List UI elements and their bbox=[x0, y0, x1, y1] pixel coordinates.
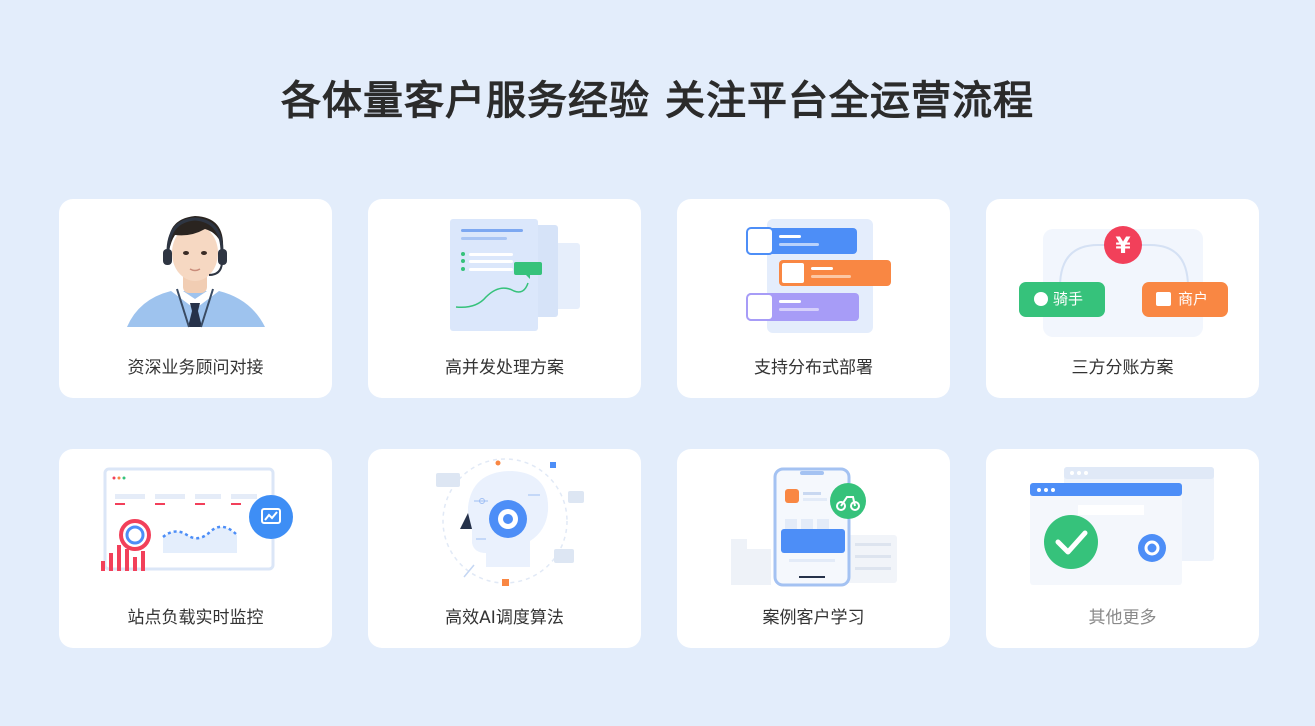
feature-card-ai-dispatch[interactable]: 高效AI调度算法 bbox=[368, 449, 641, 648]
more-browser-check-icon bbox=[986, 449, 1259, 589]
card-label: 案例客户学习 bbox=[762, 608, 865, 628]
merchant-tag: 商户 bbox=[1178, 290, 1209, 308]
consultant-avatar-icon bbox=[59, 199, 332, 339]
currency-symbol: ¥ bbox=[1115, 234, 1131, 259]
card-label: 站点负载实时监控 bbox=[127, 608, 264, 628]
feature-card-case-study[interactable]: 案例客户学习 bbox=[677, 449, 950, 648]
card-label: 其他更多 bbox=[1088, 608, 1157, 628]
split-payment-icon: ¥ bbox=[986, 199, 1259, 339]
ai-head-gear-icon bbox=[368, 449, 641, 589]
feature-card-monitoring[interactable]: 站点负载实时监控 bbox=[59, 449, 332, 648]
distributed-list-icon bbox=[677, 199, 950, 339]
feature-card-distributed[interactable]: 支持分布式部署 bbox=[677, 199, 950, 398]
monitor-dashboard-icon bbox=[59, 449, 332, 589]
phone-delivery-icon bbox=[677, 449, 950, 589]
feature-grid: 资深业务顾问对接 高并发处理方案 支持分布式部署 ¥ 骑手 商户 三方分账方案 … bbox=[59, 199, 1259, 648]
feature-card-concurrency[interactable]: 高并发处理方案 bbox=[368, 199, 641, 398]
card-label: 高效AI调度算法 bbox=[445, 608, 564, 628]
rider-tag: 骑手 bbox=[1053, 290, 1084, 308]
page-title: 各体量客户服务经验 关注平台全运营流程 bbox=[281, 78, 1034, 124]
card-label: 高并发处理方案 bbox=[445, 358, 564, 378]
feature-card-consultant[interactable]: 资深业务顾问对接 bbox=[59, 199, 332, 398]
card-label: 支持分布式部署 bbox=[754, 358, 873, 378]
document-chart-icon bbox=[368, 199, 641, 339]
card-label: 资深业务顾问对接 bbox=[127, 358, 264, 378]
feature-card-split-payment[interactable]: ¥ 骑手 商户 三方分账方案 bbox=[986, 199, 1259, 398]
card-label: 三方分账方案 bbox=[1071, 358, 1174, 378]
feature-card-more[interactable]: 其他更多 bbox=[986, 449, 1259, 648]
